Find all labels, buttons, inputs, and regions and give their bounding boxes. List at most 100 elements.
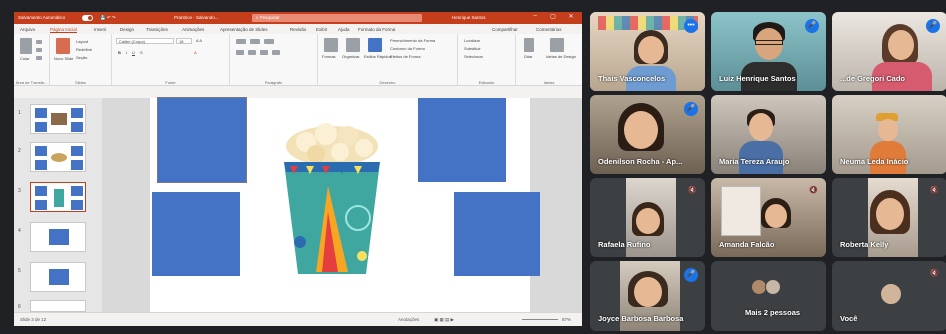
justify-icon[interactable] bbox=[272, 50, 280, 55]
search-input[interactable]: ⌕ Pesquisar bbox=[252, 14, 422, 22]
avatar bbox=[638, 36, 664, 64]
font-size-field[interactable]: 18 bbox=[176, 38, 192, 44]
comments-button[interactable]: Comentários bbox=[536, 27, 562, 32]
arrange-label: Organizar bbox=[342, 54, 360, 59]
blue-square-bottom-left[interactable] bbox=[152, 192, 240, 276]
group-font: Calibri (Corpo) 18 A A B I U S A Fonte bbox=[112, 34, 230, 86]
participant-tile[interactable]: 🔇 Roberta Kelly bbox=[832, 178, 946, 257]
reset-button[interactable]: Redefinir bbox=[76, 47, 92, 52]
more-participants-tile[interactable]: Mais 2 pessoas bbox=[711, 261, 826, 331]
more-options-icon[interactable]: ••• bbox=[684, 19, 698, 33]
avatar bbox=[876, 198, 904, 230]
shapes-icon[interactable] bbox=[324, 38, 338, 52]
tab-slideshow[interactable]: Apresentação de Slides bbox=[220, 27, 268, 32]
align-center-icon[interactable] bbox=[248, 50, 256, 55]
font-grow-icon[interactable]: A A bbox=[196, 38, 202, 43]
numbering-icon[interactable] bbox=[250, 39, 260, 44]
group-label: Slides bbox=[75, 80, 86, 85]
slide-editing-area bbox=[102, 97, 582, 312]
close-icon[interactable]: ✕ bbox=[564, 13, 578, 23]
tab-review[interactable]: Revisão bbox=[290, 27, 306, 32]
ribbon: Colar Área de Transfe... Novo Slide Layo… bbox=[14, 34, 582, 86]
participant-tile[interactable]: Maria Tereza Araujo bbox=[711, 95, 826, 174]
shape-effects-button[interactable]: Efeitos de Forma bbox=[390, 54, 420, 59]
tab-animations[interactable]: Animações bbox=[182, 27, 204, 32]
slide-thumbnail-2[interactable] bbox=[30, 142, 86, 172]
avatar bbox=[749, 113, 773, 141]
align-left-icon[interactable] bbox=[236, 50, 244, 55]
more-participants-label: Mais 2 pessoas bbox=[745, 308, 801, 317]
indent-icon[interactable] bbox=[264, 39, 274, 44]
section-button[interactable]: Seção bbox=[76, 55, 87, 60]
participant-tile[interactable]: 🎤 Odenilson Rocha - Ap... bbox=[590, 95, 705, 174]
festa-junina-bunting bbox=[598, 16, 698, 30]
zoom-slider[interactable] bbox=[522, 319, 558, 320]
tab-shape-format[interactable]: Formato da Forma bbox=[358, 27, 395, 32]
shapes-label: Formas bbox=[322, 54, 336, 59]
bold-icon[interactable]: B bbox=[118, 50, 121, 55]
arrange-icon[interactable] bbox=[346, 38, 360, 52]
tab-file[interactable]: Arquivo bbox=[20, 27, 35, 32]
layout-button[interactable]: Layout bbox=[76, 39, 88, 44]
maximize-icon[interactable]: ▢ bbox=[546, 13, 560, 23]
font-color-icon[interactable]: A bbox=[194, 50, 197, 55]
dictate-label: Ditar bbox=[524, 54, 533, 59]
align-right-icon[interactable] bbox=[260, 50, 268, 55]
new-slide-icon[interactable] bbox=[56, 38, 70, 54]
group-drawing: Formas Organizar Estilos Rápidos Preench… bbox=[318, 34, 458, 86]
mic-active-icon: 🎤 bbox=[684, 268, 698, 282]
notes-button[interactable]: Anotações bbox=[398, 317, 419, 322]
popcorn-box-image[interactable] bbox=[276, 122, 392, 282]
italic-icon[interactable]: I bbox=[126, 50, 127, 55]
underline-icon[interactable]: U bbox=[132, 50, 135, 55]
dictate-icon[interactable] bbox=[524, 38, 534, 52]
slide-thumbnail-5[interactable] bbox=[30, 262, 86, 292]
title-bar: Salvamento Automático 💾 ↶ ↷ Prantrice · … bbox=[14, 12, 582, 24]
autosave-toggle[interactable] bbox=[82, 15, 93, 21]
tab-insert[interactable]: Inserir bbox=[94, 27, 107, 32]
tab-transitions[interactable]: Transições bbox=[146, 27, 168, 32]
design-ideas-icon[interactable] bbox=[550, 38, 564, 52]
blue-square-bottom-right[interactable] bbox=[454, 192, 540, 276]
current-slide[interactable] bbox=[150, 97, 540, 312]
slide-thumbnail-1[interactable] bbox=[30, 104, 86, 134]
format-painter-icon[interactable] bbox=[36, 56, 42, 60]
blue-square-top-left[interactable] bbox=[157, 97, 247, 183]
bullets-icon[interactable] bbox=[236, 39, 246, 44]
select-button[interactable]: Selecionar bbox=[464, 54, 483, 59]
share-button[interactable]: Compartilhar bbox=[492, 27, 518, 32]
tab-help[interactable]: Ajuda bbox=[338, 27, 350, 32]
tab-design[interactable]: Design bbox=[120, 27, 134, 32]
quick-styles-icon[interactable] bbox=[368, 38, 382, 52]
strikethrough-icon[interactable]: S bbox=[140, 50, 143, 55]
cut-icon[interactable] bbox=[36, 40, 42, 44]
slide-thumbnail-4[interactable] bbox=[30, 222, 86, 252]
tab-view[interactable]: Exibir bbox=[316, 27, 327, 32]
participant-tile[interactable]: ••• Thais Vasconcelos bbox=[590, 12, 705, 91]
copy-icon[interactable] bbox=[36, 48, 42, 52]
find-button[interactable]: Localizar bbox=[464, 38, 480, 43]
font-name-field[interactable]: Calibri (Corpo) bbox=[116, 38, 174, 44]
slide-thumbnail-6[interactable] bbox=[30, 300, 86, 312]
shape-fill-button[interactable]: Preenchimento da Forma bbox=[390, 38, 435, 43]
participant-tile[interactable]: 🔇 Amanda Falcão bbox=[711, 178, 826, 257]
participant-tile[interactable]: 🎤 ...de Gregori Cado bbox=[832, 12, 946, 91]
replace-button[interactable]: Substituir bbox=[464, 46, 481, 51]
shape-outline-button[interactable]: Contorno da Forma bbox=[390, 46, 425, 51]
normal-view-icon[interactable]: ▣ ▦ ▤ ▶ bbox=[434, 317, 454, 323]
paste-icon[interactable] bbox=[20, 38, 32, 54]
tab-home[interactable]: Página Inicial bbox=[50, 27, 77, 33]
quick-styles-label: Estilos Rápidos bbox=[364, 54, 392, 59]
save-icon[interactable]: 💾 ↶ ↷ bbox=[100, 15, 116, 21]
participant-tile[interactable]: 🔇 Rafaela Rufino bbox=[590, 178, 705, 257]
autosave-label: Salvamento Automático bbox=[18, 15, 66, 20]
participant-tile[interactable]: Neuma Leda Inácio bbox=[832, 95, 946, 174]
avatar bbox=[765, 204, 787, 228]
self-tile[interactable]: 🔇 Você bbox=[832, 261, 946, 331]
paste-label: Colar bbox=[20, 56, 30, 61]
blue-square-top-right[interactable] bbox=[418, 98, 506, 182]
slide-thumbnail-3[interactable] bbox=[30, 182, 86, 212]
minimize-icon[interactable]: – bbox=[528, 13, 542, 23]
participant-tile[interactable]: 🎤 Joyce Barbosa Barbosa bbox=[590, 261, 705, 331]
participant-tile[interactable]: 🎤 Luiz Henrique Santos bbox=[711, 12, 826, 91]
